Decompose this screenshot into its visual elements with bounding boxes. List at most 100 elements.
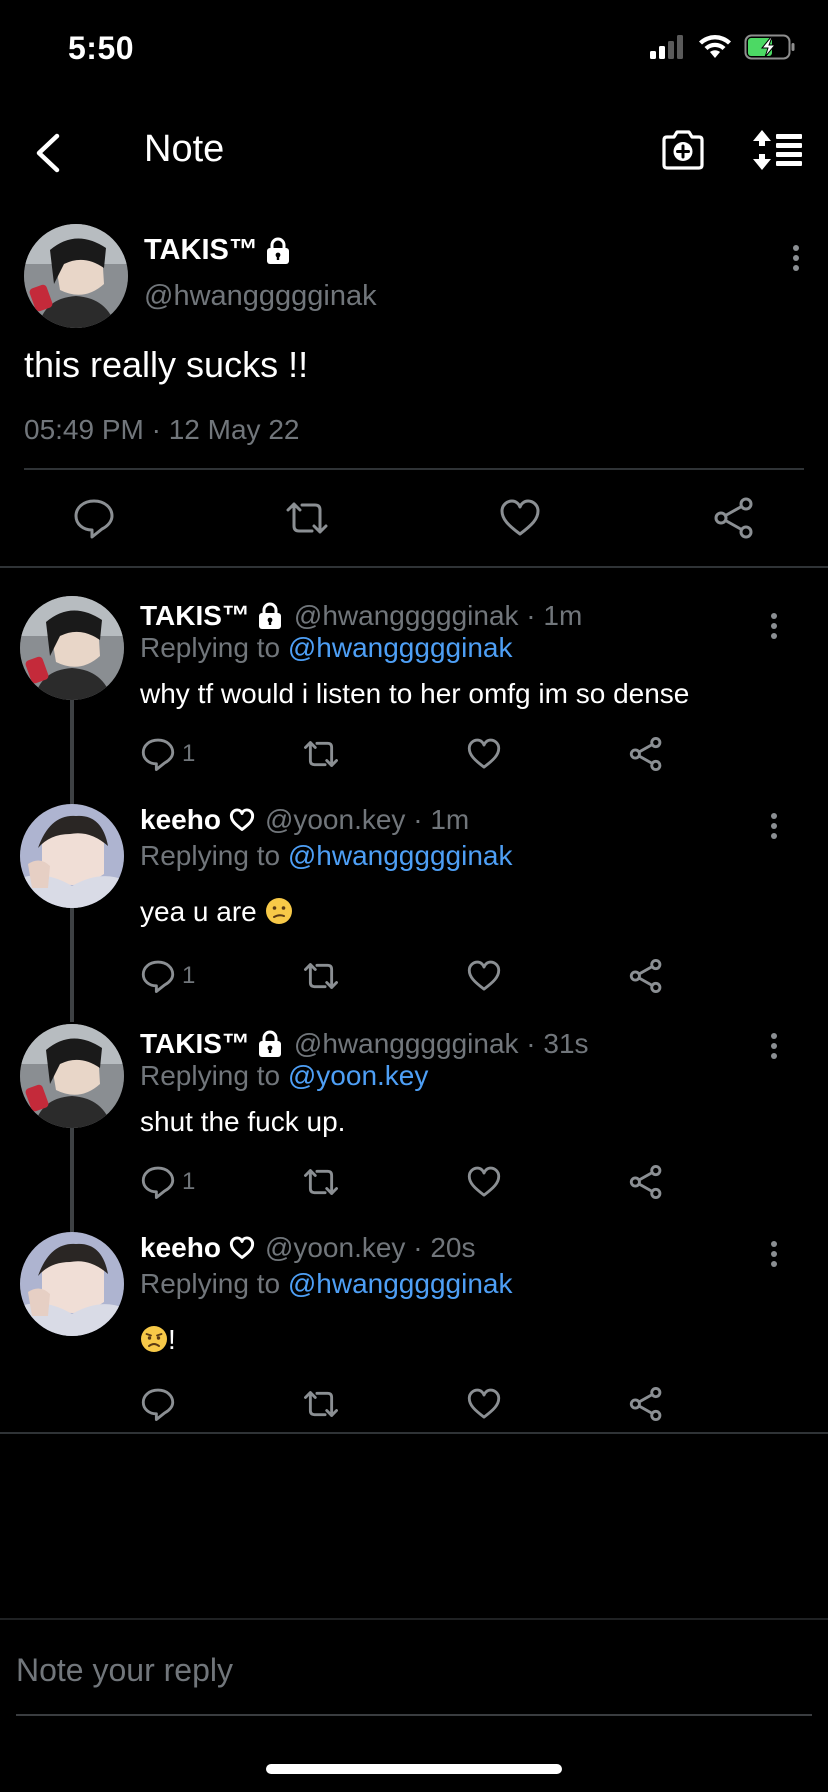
note-text: this really sucks !! — [24, 344, 309, 385]
cellular-signal-icon — [650, 35, 686, 59]
divider — [0, 1432, 828, 1434]
heart-badge-icon — [229, 1236, 255, 1260]
more-options-icon[interactable] — [760, 606, 788, 646]
reply-button[interactable] — [140, 1386, 176, 1422]
reply-button[interactable] — [72, 496, 116, 540]
replying-to: Replying to @hwanggggginak — [140, 840, 512, 872]
renote-button[interactable] — [302, 958, 340, 994]
heart-icon — [466, 736, 502, 772]
replying-to: Replying to @yoon.key — [140, 1060, 428, 1092]
share-button[interactable] — [712, 496, 756, 540]
lock-icon — [264, 237, 292, 265]
replying-prefix: Replying to — [140, 1268, 281, 1299]
reply-item[interactable]: TAKIS™ @hwanggggginak · 31s Replying to … — [0, 1024, 828, 1202]
like-button[interactable] — [498, 496, 542, 540]
more-options-icon[interactable] — [760, 806, 788, 846]
share-button[interactable] — [628, 958, 664, 994]
heart-icon — [466, 1164, 502, 1200]
renote-button[interactable] — [302, 736, 340, 772]
share-icon — [628, 1386, 664, 1422]
reply-item[interactable]: keeho @yoon.key · 20s Replying to @hwang… — [0, 1232, 828, 1422]
share-button[interactable] — [628, 1386, 664, 1422]
share-button[interactable] — [628, 1164, 664, 1200]
replying-prefix: Replying to — [140, 1060, 281, 1091]
share-button[interactable] — [628, 736, 664, 772]
reply-text-wrap: yea u are — [140, 896, 293, 928]
avatar[interactable] — [20, 804, 124, 908]
reply-composer — [16, 1640, 812, 1716]
sort-button[interactable] — [752, 128, 804, 176]
reply-header: keeho @yoon.key · 20s — [140, 1232, 475, 1264]
reply-button[interactable]: 1 — [140, 958, 195, 994]
renote-button[interactable] — [302, 1386, 340, 1422]
comment-icon — [72, 496, 116, 540]
reply-action-bar: 1 — [0, 958, 828, 998]
like-button[interactable] — [466, 1164, 502, 1200]
nav-bar: Note — [0, 110, 828, 194]
author-name: TAKIS™ — [144, 234, 292, 267]
reply-count: 1 — [182, 740, 196, 767]
reply-button[interactable]: 1 — [140, 1164, 195, 1200]
reply-author-name: TAKIS™ — [140, 600, 250, 631]
share-icon — [712, 496, 756, 540]
renote-button[interactable] — [302, 1164, 340, 1200]
lock-icon — [256, 602, 284, 630]
more-options-icon[interactable] — [782, 238, 810, 278]
like-button[interactable] — [466, 736, 502, 772]
repost-icon — [302, 1164, 340, 1200]
reply-count: 1 — [182, 962, 196, 989]
avatar[interactable] — [20, 1232, 124, 1336]
home-indicator[interactable] — [266, 1764, 562, 1774]
reply-header: keeho @yoon.key · 1m — [140, 804, 469, 836]
status-time: 5:50 — [68, 30, 135, 66]
heart-icon — [466, 1386, 502, 1422]
reply-text: ! — [168, 1324, 176, 1355]
comment-icon — [140, 1386, 176, 1422]
battery-charging-icon — [744, 34, 796, 60]
reply-meta: @yoon.key · 20s — [264, 1232, 476, 1263]
reply-action-bar: 1 — [0, 1164, 828, 1204]
back-button[interactable] — [22, 128, 72, 178]
comment-icon — [140, 736, 176, 772]
replying-to-mention[interactable]: @hwanggggginak — [288, 840, 513, 871]
reply-item[interactable]: TAKIS™ @hwanggggginak · 1m Replying to @… — [0, 596, 828, 774]
status-bar: 5:50 — [0, 0, 828, 100]
replying-prefix: Replying to — [140, 840, 281, 871]
replying-to-mention[interactable]: @hwanggggginak — [288, 1268, 513, 1299]
heart-icon — [498, 496, 542, 540]
reply-button[interactable]: 1 — [140, 736, 195, 772]
chevron-left-icon — [33, 133, 61, 173]
note-action-bar — [0, 490, 828, 546]
reply-meta: @hwanggggginak · 31s — [293, 1028, 589, 1059]
renote-button[interactable] — [284, 496, 328, 540]
reply-text-wrap: ! — [140, 1324, 176, 1356]
replying-to: Replying to @hwanggggginak — [140, 632, 512, 664]
reply-text: why tf would i listen to her omfg im so … — [140, 678, 690, 709]
camera-button[interactable] — [660, 128, 708, 176]
author-handle[interactable]: @hwanggggginak — [144, 280, 377, 313]
reply-input[interactable] — [16, 1640, 812, 1700]
repost-icon — [302, 736, 340, 772]
like-button[interactable] — [466, 1386, 502, 1422]
like-button[interactable] — [466, 958, 502, 994]
avatar[interactable] — [20, 596, 124, 700]
more-options-icon[interactable] — [760, 1026, 788, 1066]
avatar[interactable] — [20, 1024, 124, 1128]
reply-action-bar: 1 — [0, 736, 828, 776]
repost-icon — [284, 496, 328, 540]
replying-to-mention[interactable]: @yoon.key — [288, 1060, 429, 1091]
confused-face-emoji-icon — [265, 897, 293, 925]
status-icons — [650, 34, 796, 60]
reply-author-name: TAKIS™ — [140, 1028, 250, 1059]
divider — [0, 1618, 828, 1620]
share-icon — [628, 1164, 664, 1200]
lock-icon — [256, 1030, 284, 1058]
replying-to-mention[interactable]: @hwanggggginak — [288, 632, 513, 663]
avatar[interactable] — [24, 224, 128, 328]
note-timestamp: 05:49 PM · 12 May 22 — [24, 414, 300, 445]
more-options-icon[interactable] — [760, 1234, 788, 1274]
reply-action-bar — [0, 1386, 828, 1426]
reply-item[interactable]: keeho @yoon.key · 1m Replying to @hwangg… — [0, 804, 828, 994]
camera-plus-icon — [660, 128, 708, 172]
replying-prefix: Replying to — [140, 632, 281, 663]
